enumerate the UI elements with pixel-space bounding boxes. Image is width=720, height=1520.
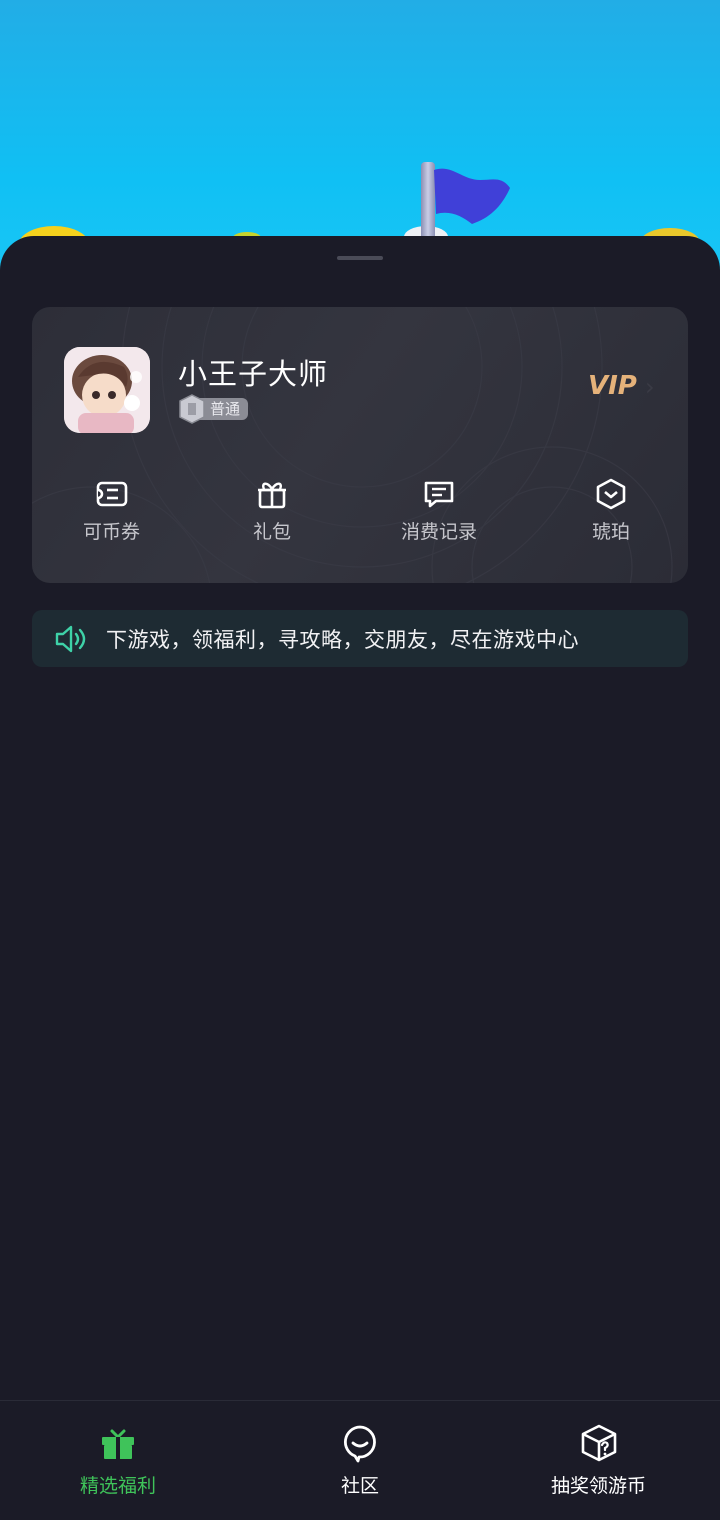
ticket-icon bbox=[96, 481, 127, 507]
quick-action-label: 礼包 bbox=[253, 521, 292, 543]
mystery-box-icon bbox=[581, 1424, 616, 1462]
announcement-bar[interactable]: 下游戏，领福利，寻攻略，交朋友，尽在游戏中心 bbox=[32, 610, 688, 667]
bottom-sheet: 小王子大师 普通 VIP › 可币券 礼包 消费记录 琥珀 下游戏，领福利，寻攻… bbox=[0, 236, 720, 1400]
shield-icon bbox=[179, 394, 205, 424]
chevron-right-icon: › bbox=[645, 373, 655, 401]
quick-action-gift[interactable]: 礼包 bbox=[253, 477, 291, 544]
amber-hexagon-icon bbox=[596, 478, 626, 510]
chat-bubble-icon bbox=[344, 1425, 376, 1463]
nav-tab-lottery[interactable]: 抽奖领游币 bbox=[551, 1423, 646, 1498]
quick-action-label: 消费记录 bbox=[401, 521, 478, 543]
quick-action-label: 琥珀 bbox=[592, 521, 631, 543]
member-level-badge: 普通 bbox=[178, 394, 249, 424]
quick-action-amber[interactable]: 琥珀 bbox=[592, 477, 630, 544]
avatar-image bbox=[64, 347, 150, 433]
gift-icon bbox=[258, 482, 286, 509]
quick-action-coupon[interactable]: 可币券 bbox=[83, 477, 140, 544]
nav-tab-label: 抽奖领游币 bbox=[551, 1475, 647, 1497]
vip-link[interactable]: VIP bbox=[588, 371, 637, 401]
message-record-icon bbox=[424, 481, 454, 508]
nav-tab-label: 社区 bbox=[340, 1475, 379, 1497]
sheet-grabber-handle[interactable] bbox=[337, 256, 383, 260]
quick-actions-row: 可币券 礼包 消费记录 琥珀 bbox=[32, 477, 688, 547]
nav-tab-community[interactable]: 社区 bbox=[340, 1423, 380, 1498]
gift-box-icon bbox=[102, 1429, 134, 1459]
nav-tab-featured-benefits[interactable]: 精选福利 bbox=[80, 1423, 156, 1498]
avatar[interactable] bbox=[64, 347, 150, 433]
quick-action-purchase-history[interactable]: 消费记录 bbox=[401, 477, 477, 544]
profile-card: 小王子大师 普通 VIP › 可币券 礼包 消费记录 琥珀 bbox=[32, 307, 688, 583]
announcement-text: 下游戏，领福利，寻攻略，交朋友，尽在游戏中心 bbox=[106, 628, 579, 652]
speaker-icon bbox=[55, 625, 86, 653]
quick-action-label: 可币券 bbox=[83, 521, 141, 543]
flag-icon bbox=[434, 168, 510, 224]
bottom-nav: 精选福利 社区 抽奖领游币 bbox=[0, 1400, 720, 1520]
nav-tab-label: 精选福利 bbox=[80, 1475, 157, 1497]
username: 小王子大师 bbox=[178, 357, 329, 391]
